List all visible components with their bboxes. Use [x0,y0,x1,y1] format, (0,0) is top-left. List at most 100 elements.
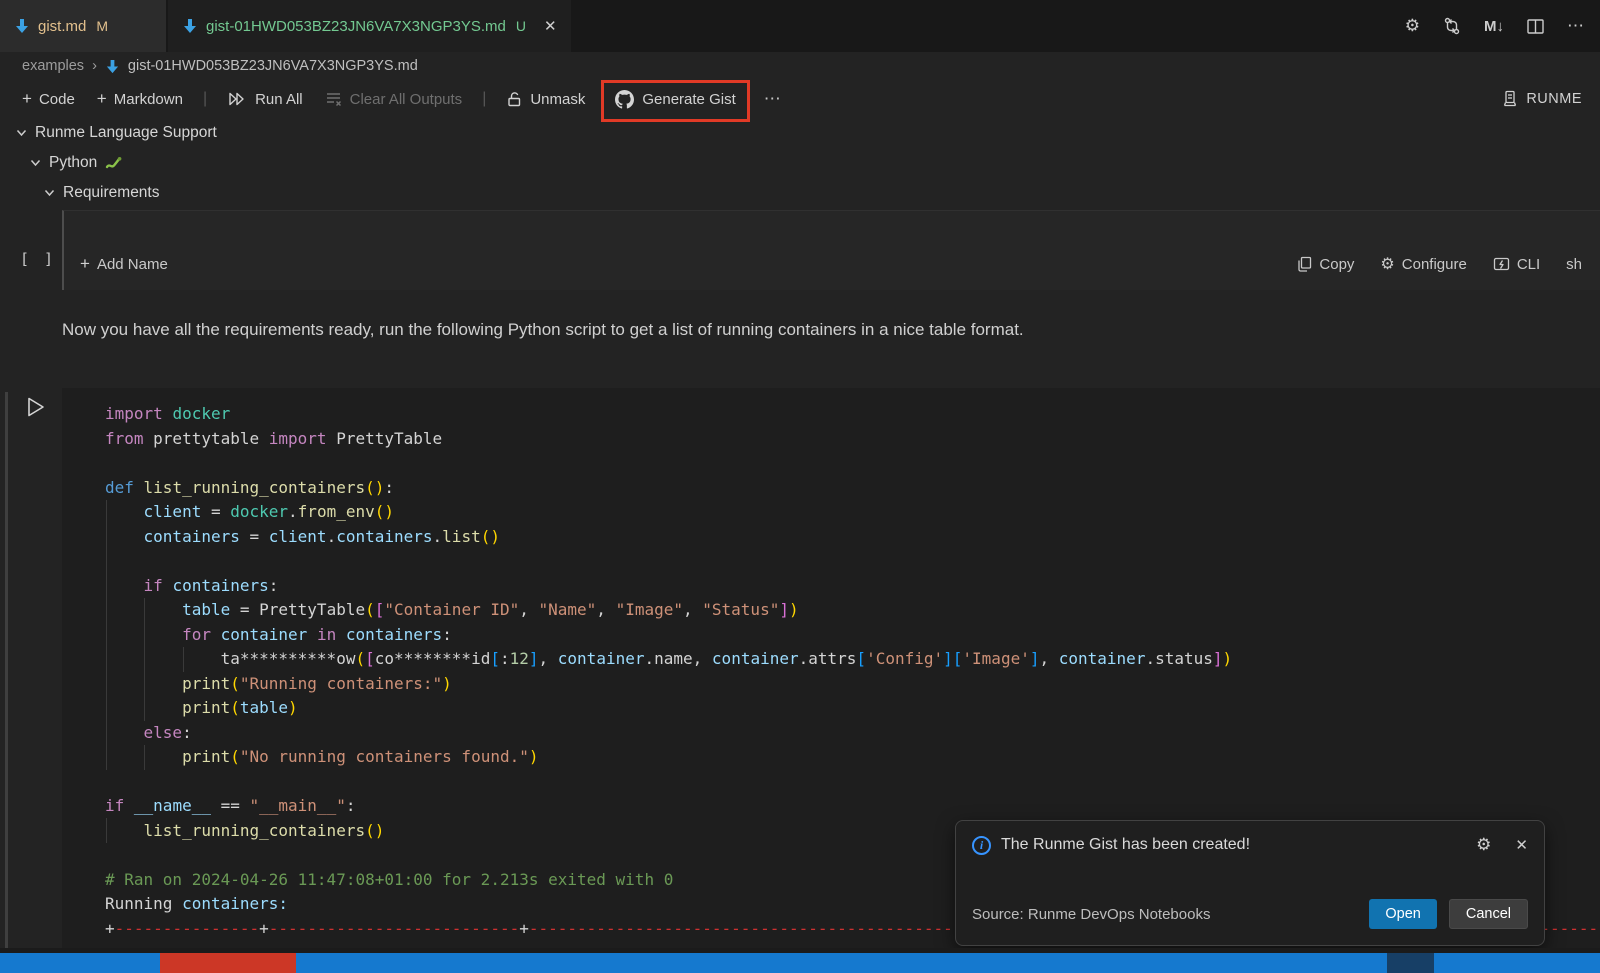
play-icon [25,395,47,419]
outline-label: Runme Language Support [35,124,217,142]
info-icon: i [972,836,991,855]
notification-close-icon[interactable]: ✕ [1515,836,1528,854]
outline-item-runme-language-support[interactable]: Runme Language Support [0,118,217,148]
editor-actions: ⚙ M↓ ⋯ [1405,0,1584,52]
add-code-label: Code [39,91,75,108]
chevron-right-icon: › [92,58,97,74]
cli-button[interactable]: CLI [1493,256,1540,273]
gear-icon: ⚙ [1380,254,1394,274]
chevron-down-icon [30,159,41,167]
code-line: import docker [105,402,1600,427]
code-line: ta**********ow([co********id[:12], conta… [105,647,1600,672]
split-editor-icon[interactable] [1526,17,1545,36]
code-line: table = PrettyTable(["Container ID", "Na… [105,598,1600,623]
code-line: if containers: [105,574,1600,599]
plus-icon: + [97,89,107,109]
snake-icon [105,156,123,170]
tab-bar: gist.md M gist-01HWD053BZ23JN6VA7X3NGP3Y… [0,0,1600,52]
copy-icon [1297,256,1312,272]
runme-kernel-button[interactable]: RUNME [1501,80,1582,118]
tab-label: gist.md [38,18,86,35]
tab-untracked-badge: U [516,18,526,34]
code-line: client = docker.from_env() [105,500,1600,525]
cancel-button[interactable]: Cancel [1449,899,1528,929]
breadcrumb-file[interactable]: gist-01HWD053BZ23JN6VA7X3NGP3YS.md [128,58,418,74]
code-line: print(table) [105,696,1600,721]
markdown-preview-icon[interactable]: M↓ [1484,18,1504,35]
source-control-compare-icon[interactable] [1442,16,1462,36]
code-line: def list_running_containers(): [105,476,1600,501]
terminal-bolt-icon [1493,257,1510,272]
code-line [105,770,1600,795]
configure-label: Configure [1402,256,1467,273]
code-line: print("Running containers:") [105,672,1600,697]
plus-icon: + [80,254,90,274]
outline-label: Python [49,154,97,172]
markdown-paragraph: Now you have all the requirements ready,… [62,320,1024,340]
copy-button[interactable]: Copy [1297,256,1354,273]
runme-label: RUNME [1526,91,1582,107]
code-line: from prettytable import PrettyTable [105,427,1600,452]
unmask-button[interactable]: Unmask [500,87,591,112]
indent-guide [183,647,184,672]
breadcrumb-folder[interactable]: examples [22,58,84,74]
code-line: containers = client.containers.list() [105,525,1600,550]
cell-language-label[interactable]: sh [1566,256,1582,273]
github-icon [615,90,634,109]
close-tab-icon[interactable]: ✕ [544,17,557,35]
outline-tree: Runme Language Support Python Requiremen… [0,118,217,208]
gear-icon[interactable]: ⚙ [1405,16,1420,36]
open-button[interactable]: Open [1369,899,1436,929]
outline-label: Requirements [63,184,160,202]
generate-gist-label: Generate Gist [642,91,735,108]
run-all-button[interactable]: Run All [221,86,309,112]
configure-button[interactable]: ⚙ Configure [1380,254,1466,274]
chevron-down-icon [16,129,27,137]
unmask-label: Unmask [530,91,585,108]
run-all-icon [227,90,248,108]
breadcrumb: examples › gist-01HWD053BZ23JN6VA7X3NGP3… [0,52,1600,80]
cell-footer-panel: + Add Name Copy ⚙ Configure [62,210,1600,290]
runme-file-icon [14,18,30,34]
add-name-button[interactable]: + Add Name [80,254,168,274]
cell-focus-bar [5,392,8,948]
toast-source: Source: Runme DevOps Notebooks [972,906,1210,923]
progress-bar [0,953,1600,973]
runme-file-icon [105,59,120,74]
tab-gist-gist-file[interactable]: gist-01HWD053BZ23JN6VA7X3NGP3YS.md U ✕ [168,0,571,52]
more-notebook-actions-icon[interactable]: ⋯ [760,89,781,109]
vscode-window: gist.md M gist-01HWD053BZ23JN6VA7X3NGP3Y… [0,0,1600,973]
cli-label: CLI [1517,256,1540,273]
notification-settings-gear-icon[interactable]: ⚙ [1476,835,1491,855]
toolbar-separator: | [199,90,211,108]
chevron-down-icon [44,189,55,197]
indent-guide [106,818,107,843]
add-code-button[interactable]: + Code [16,85,81,113]
code-line: else: [105,721,1600,746]
code-line: for container in containers: [105,623,1600,648]
generate-gist-button[interactable]: Generate Gist [601,82,749,117]
runme-logo-icon [1501,90,1519,108]
clear-all-outputs-button[interactable]: Clear All Outputs [319,87,469,112]
indent-guide [144,745,145,770]
add-markdown-button[interactable]: + Markdown [91,85,189,113]
more-actions-icon[interactable]: ⋯ [1567,16,1584,36]
runme-file-icon [182,18,198,34]
indent-guide [144,598,145,721]
tab-label: gist-01HWD053BZ23JN6VA7X3NGP3YS.md [206,18,506,35]
progress-dark-segment [1387,953,1434,973]
add-name-label: Add Name [97,256,168,273]
run-cell-button[interactable] [25,395,47,419]
clear-outputs-icon [325,91,343,107]
tab-gist-md[interactable]: gist.md M [0,0,166,52]
outline-item-python[interactable]: Python [0,148,217,178]
copy-label: Copy [1319,256,1354,273]
plus-icon: + [22,89,32,109]
notebook-toolbar: + Code + Markdown | Run All Clear All Ou… [0,80,1600,118]
run-all-label: Run All [255,91,303,108]
code-line: print("No running containers found.") [105,745,1600,770]
toast-message: The Runme Gist has been created! [1001,836,1250,854]
add-markdown-label: Markdown [114,91,183,108]
tab-modified-badge: M [96,18,108,34]
outline-item-requirements[interactable]: Requirements [0,178,217,208]
